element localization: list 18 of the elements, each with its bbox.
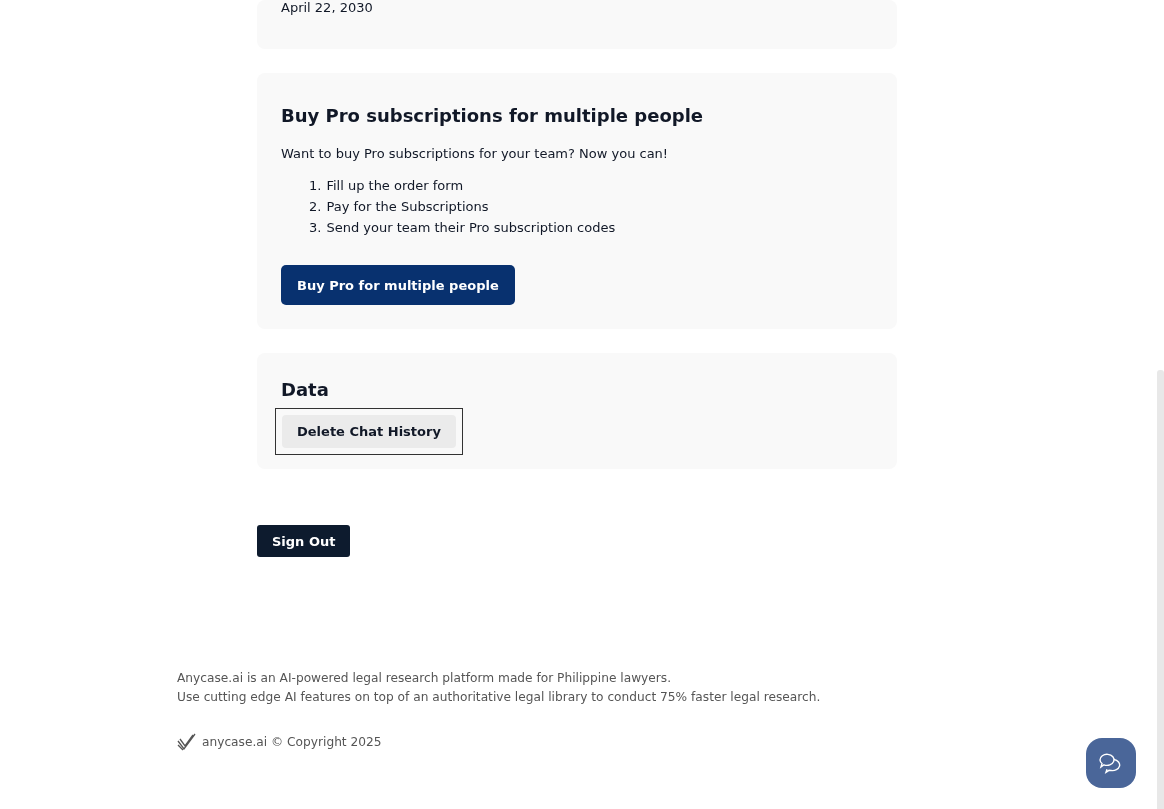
intro-text: Want to buy Pro subscriptions for your team? Now you can! (281, 146, 669, 161)
chat-button[interactable] (1086, 738, 1136, 788)
step-text: Pay for the Subscriptions (326, 198, 489, 216)
step-number: 3. (309, 219, 322, 237)
subscription-date: April 22, 2030 (281, 0, 373, 15)
step-text: Send your team their Pro subscription codes (326, 219, 616, 237)
copyright-text: anycase.ai © Copyright 2025 (202, 735, 382, 749)
card-title: Data (281, 379, 329, 400)
footer-text: Anycase.ai is an AI-powered legal research platform made for Philippine lawyers. (177, 670, 673, 687)
footer-text: Use cutting edge AI features on top of an authoritative legal library to conduct 75% faster legal research. (177, 689, 822, 706)
step-number: 2. (309, 198, 322, 216)
buy-pro-button[interactable]: Buy Pro for multiple people (281, 265, 515, 305)
step-number: 1. (309, 177, 322, 195)
logo-icon (177, 733, 196, 751)
sign-out-button[interactable]: Sign Out (257, 525, 351, 557)
delete-history-button[interactable]: Delete Chat History (282, 415, 456, 448)
card-title: Buy Pro subscriptions for multiple people (281, 105, 703, 126)
step-text: Fill up the order form (326, 177, 464, 195)
